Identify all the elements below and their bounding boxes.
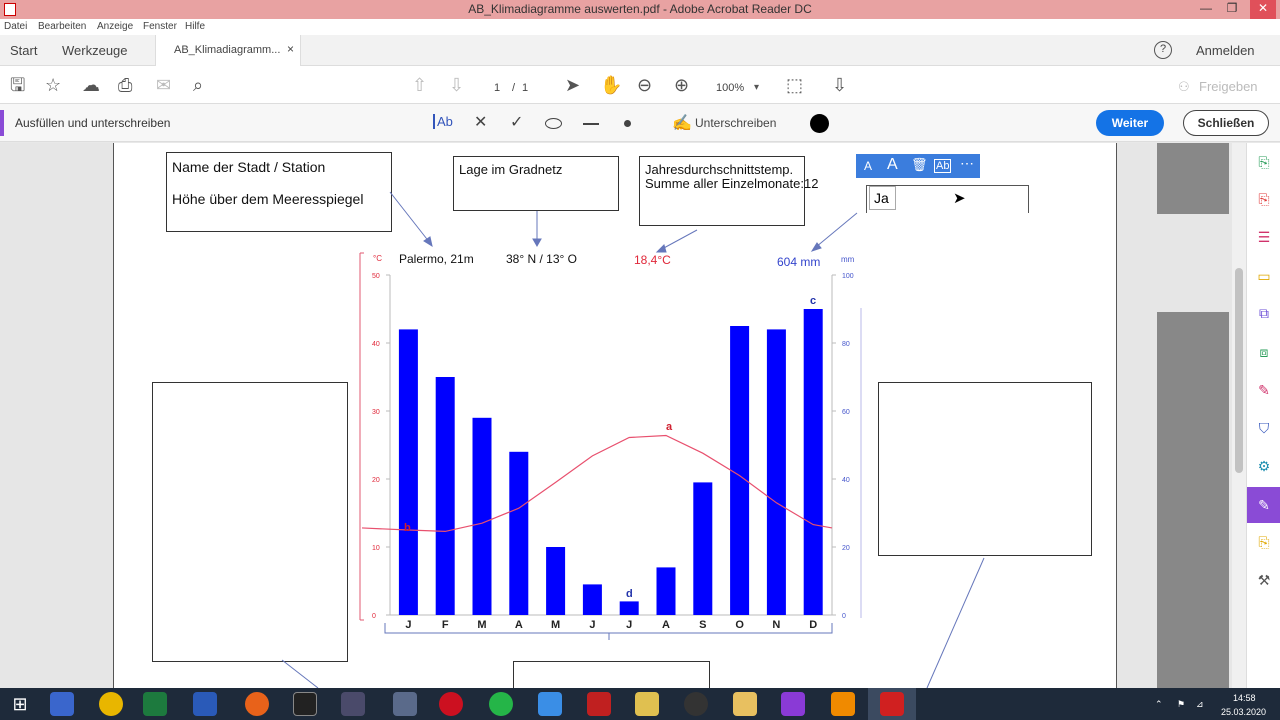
precipitation-bar: [693, 482, 713, 615]
app-scanner-icon[interactable]: [50, 692, 74, 716]
x-tick-label: J: [626, 619, 632, 631]
x-tick-label: M: [551, 619, 560, 631]
network-icon[interactable]: ⊿: [1196, 699, 1204, 710]
obs-icon[interactable]: [684, 692, 708, 716]
y-right-tick-label: 0: [842, 613, 846, 620]
clock-date[interactable]: 25.03.2020: [1221, 707, 1266, 717]
y-left-tick-label: 0: [372, 613, 376, 620]
precip-text: 604 mm: [777, 255, 820, 269]
export-pdf-icon[interactable]: ⎘: [1255, 153, 1273, 171]
scan-icon[interactable]: ⚙: [1255, 457, 1273, 475]
x-tick-label: M: [477, 619, 486, 631]
create-pdf-icon[interactable]: ⎘: [1255, 190, 1273, 208]
windows-start-icon[interactable]: ⊞: [8, 692, 32, 716]
x-tick-label: N: [772, 619, 780, 631]
precipitation-bar: [766, 329, 786, 615]
whatsapp-icon[interactable]: [489, 692, 513, 716]
firefox-icon[interactable]: [245, 692, 269, 716]
annotation-b: b: [404, 522, 411, 534]
coords-text: 38° N / 13° O: [506, 252, 577, 266]
x-tick-label: O: [735, 619, 744, 631]
word-icon[interactable]: [193, 692, 217, 716]
annotation-a: a: [666, 421, 673, 433]
precipitation-bar: [619, 601, 639, 615]
annotation-d: d: [626, 588, 633, 600]
excel-icon[interactable]: [143, 692, 167, 716]
app-yellow-icon[interactable]: [635, 692, 659, 716]
tray-arrow-icon[interactable]: ⌃: [1155, 699, 1163, 710]
climate-chart: Palermo, 21m 38° N / 13° O 18,4°C 604 mm…: [359, 252, 862, 640]
y-right-tick-label: 40: [842, 477, 850, 484]
x-tick-label: J: [405, 619, 411, 631]
y-left-tick-label: 10: [372, 545, 380, 552]
flag-icon[interactable]: ⚑: [1177, 699, 1185, 710]
precipitation-bar: [472, 417, 492, 615]
y-right-tick-label: 80: [842, 341, 850, 348]
precipitation-bar: [435, 377, 455, 615]
y-left-tick-label: 20: [372, 477, 380, 484]
x-tick-label: S: [699, 619, 706, 631]
search-app-icon[interactable]: [781, 692, 805, 716]
opera-icon[interactable]: [439, 692, 463, 716]
x-tick-label: D: [809, 619, 817, 631]
precipitation-bar: [656, 567, 676, 615]
fill-sign-tool-icon[interactable]: ✎: [1255, 381, 1273, 399]
x-tick-label: A: [662, 619, 670, 631]
vlc-icon[interactable]: [831, 692, 855, 716]
precipitation-bar: [803, 309, 823, 615]
acrobat-taskbar-icon[interactable]: [880, 692, 904, 716]
comment-icon[interactable]: ▭: [1255, 267, 1273, 285]
y-left-tick-label: 40: [372, 341, 380, 348]
y-right-tick-label: 100: [842, 273, 854, 280]
y-right-tick-label: 60: [842, 409, 850, 416]
send-for-sign-icon[interactable]: ⎘: [1255, 533, 1273, 551]
clock-time[interactable]: 14:58: [1233, 693, 1256, 703]
edit-pdf-icon[interactable]: ⧈: [1255, 343, 1273, 361]
sign-tool-active-icon[interactable]: ✎: [1255, 496, 1273, 514]
precipitation-bar: [546, 547, 566, 615]
more-tools-icon[interactable]: ⚒: [1255, 571, 1273, 589]
unit-mm: mm: [841, 255, 855, 264]
y-right-tick-label: 20: [842, 545, 850, 552]
x-tick-label: F: [442, 619, 449, 631]
avg-temp-text: 18,4°C: [634, 253, 671, 267]
7zip-icon[interactable]: [293, 692, 317, 716]
x-tick-label: A: [515, 619, 523, 631]
precipitation-bar: [509, 451, 529, 615]
organize-pages-icon[interactable]: ☰: [1255, 228, 1273, 246]
app-bird-icon[interactable]: [393, 692, 417, 716]
file-explorer-icon[interactable]: [733, 692, 757, 716]
right-tool-panel: ⎘ ⎘ ☰ ▭ ⧉ ⧈ ✎ ⛉ ⚙ ✎ ⎘ ⚒: [1246, 143, 1280, 688]
app-red-icon[interactable]: [587, 692, 611, 716]
x-axis-brace: [384, 623, 833, 640]
precipitation-bar: [582, 584, 602, 615]
chrome-icon[interactable]: [99, 692, 123, 716]
temperature-line: [361, 434, 833, 533]
y-left-tick-label: 50: [372, 273, 380, 280]
station-text: Palermo, 21m: [399, 252, 474, 266]
active-app-slot[interactable]: [868, 688, 916, 720]
unit-celsius: °C: [373, 254, 382, 263]
precipitation-bar: [730, 326, 750, 615]
taskbar: ⊞ ⌃ ⚑ ⊿ 14:58 25.03.2020: [0, 688, 1280, 720]
annotation-c: c: [810, 295, 816, 307]
protect-icon[interactable]: ⛉: [1255, 419, 1273, 437]
combine-files-icon[interactable]: ⧉: [1255, 304, 1273, 322]
y-left-tick-label: 30: [372, 409, 380, 416]
notes-icon[interactable]: [538, 692, 562, 716]
precipitation-bar: [398, 329, 418, 615]
active-tool-highlight[interactable]: ✎: [1247, 487, 1280, 523]
x-tick-label: J: [589, 619, 595, 631]
editor-icon[interactable]: [341, 692, 365, 716]
